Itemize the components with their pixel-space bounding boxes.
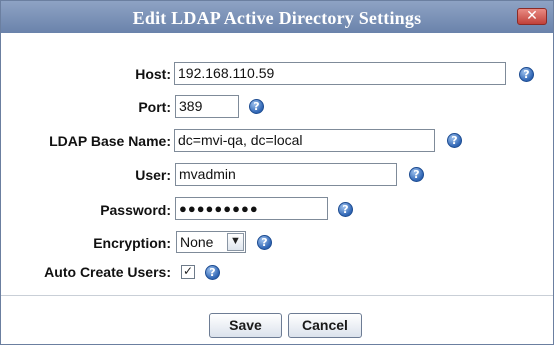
- auto-create-users-help-icon[interactable]: ?: [205, 265, 220, 280]
- port-help-icon[interactable]: ?: [249, 99, 264, 114]
- port-input[interactable]: 389: [175, 95, 239, 118]
- password-label: Password:: [100, 202, 171, 218]
- chevron-down-icon[interactable]: ▼: [227, 233, 244, 251]
- user-input[interactable]: mvadmin: [175, 163, 397, 186]
- encryption-label: Encryption:: [93, 235, 171, 251]
- save-button[interactable]: Save: [209, 313, 282, 338]
- user-help-icon[interactable]: ?: [409, 167, 424, 182]
- ldap-base-name-input[interactable]: dc=mvi-qa, dc=local: [174, 129, 435, 152]
- dialog-title: Edit LDAP Active Directory Settings: [132, 8, 422, 28]
- host-label: Host:: [135, 66, 171, 82]
- password-help-icon[interactable]: ?: [338, 202, 353, 217]
- auto-create-users-checkbox[interactable]: ✓: [181, 264, 195, 279]
- password-input[interactable]: ●●●●●●●●●: [175, 197, 328, 220]
- port-label: Port:: [138, 99, 171, 115]
- encryption-select[interactable]: None ▼: [176, 231, 246, 253]
- cancel-button[interactable]: Cancel: [288, 313, 362, 338]
- host-help-icon[interactable]: ?: [519, 67, 534, 82]
- ldap-base-name-label: LDAP Base Name:: [49, 133, 171, 149]
- encryption-help-icon[interactable]: ?: [257, 235, 272, 250]
- close-button[interactable]: ✕: [517, 8, 547, 25]
- close-icon: ✕: [526, 8, 538, 24]
- checkmark-icon: ✓: [182, 264, 194, 278]
- user-label: User:: [135, 167, 171, 183]
- host-input[interactable]: 192.168.110.59: [174, 62, 506, 85]
- auto-create-users-label: Auto Create Users:: [44, 264, 171, 280]
- title-bar[interactable]: Edit LDAP Active Directory Settings ✕: [1, 1, 553, 33]
- divider: [1, 295, 553, 296]
- ldap-settings-dialog: Edit LDAP Active Directory Settings ✕ Ho…: [0, 0, 554, 345]
- encryption-selected-value: None: [180, 234, 214, 250]
- ldap-base-name-help-icon[interactable]: ?: [447, 133, 462, 148]
